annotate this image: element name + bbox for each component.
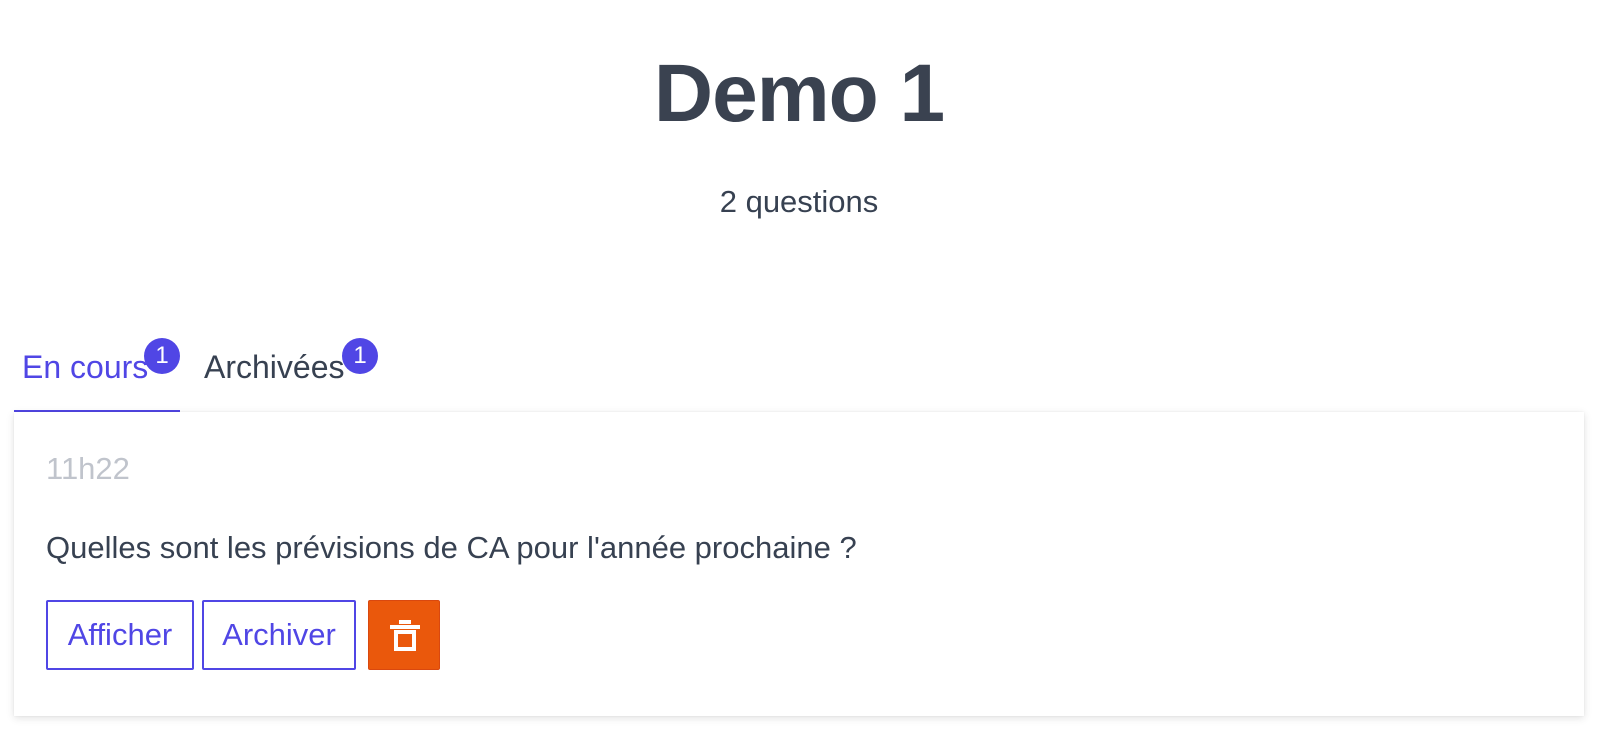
show-button[interactable]: Afficher <box>46 600 194 670</box>
tab-archivees[interactable]: Archivées 1 <box>196 330 386 412</box>
question-time: 11h22 <box>46 451 130 486</box>
question-count: 2 questions <box>719 184 879 219</box>
count-badge: 1 <box>144 338 180 374</box>
page: Demo 1 2 questions En cours 1 Archivées … <box>0 0 1598 736</box>
count-badge: 1 <box>342 338 378 374</box>
tab-en-cours[interactable]: En cours 1 <box>14 330 180 414</box>
trash-icon <box>390 620 420 651</box>
tab-bar: En cours 1 Archivées 1 <box>14 330 1584 414</box>
question-card: 11h22 Quelles sont les prévisions de CA … <box>14 412 1584 716</box>
question-text: Quelles sont les prévisions de CA pour l… <box>46 530 857 565</box>
delete-button[interactable] <box>368 600 440 670</box>
tab-label: En cours <box>22 349 149 385</box>
page-title: Demo 1 <box>653 48 945 139</box>
tab-label: Archivées <box>204 349 345 385</box>
archive-button[interactable]: Archiver <box>202 600 356 670</box>
